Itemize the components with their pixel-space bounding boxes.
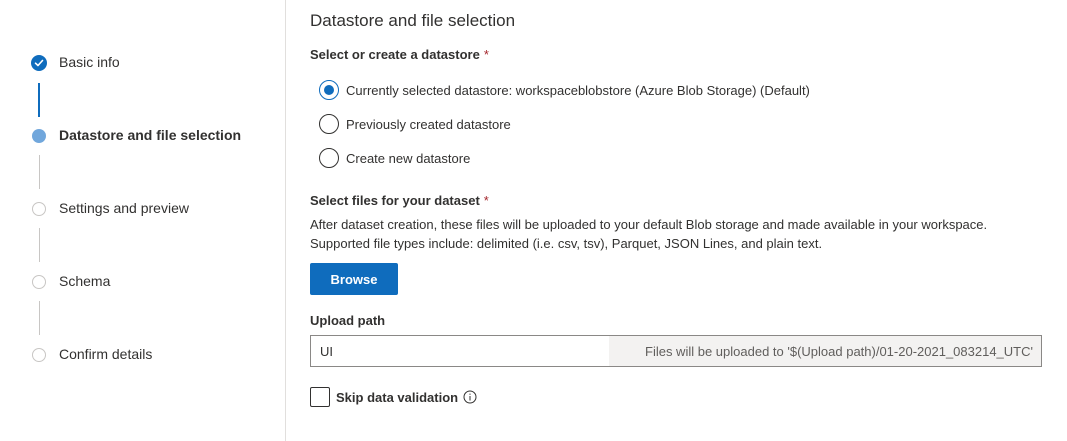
radio-button[interactable] [319,114,339,134]
radio-button[interactable] [319,148,339,168]
required-mark: * [483,193,489,208]
main-panel: Datastore and file selection Select or c… [310,0,1050,441]
step-label: Schema [59,273,111,289]
pending-step-icon [32,202,46,216]
files-help-text: After dataset creation, these files will… [310,217,988,232]
pending-step-icon [32,348,46,362]
info-icon[interactable] [463,390,477,404]
step-label: Confirm details [59,346,153,362]
datastore-label-text: Select or create a datastore [310,47,480,62]
browse-button[interactable]: Browse [310,263,398,295]
wizard-stepper: Basic info Datastore and file selection … [0,0,286,441]
files-label: Select files for your dataset * [310,193,489,208]
radio-current-datastore[interactable]: Currently selected datastore: workspaceb… [319,79,810,101]
step-label: Datastore and file selection [59,127,242,143]
step-label: Basic info [59,54,120,70]
upload-path-suffix: Files will be uploaded to '$(Upload path… [609,336,1041,366]
skip-validation-row: Skip data validation [310,386,477,408]
radio-label: Previously created datastore [346,116,511,132]
radio-label: Create new datastore [346,150,471,166]
checkmark-icon [31,55,47,71]
step-connector [39,301,40,335]
radio-button[interactable] [319,80,339,100]
datastore-label: Select or create a datastore * [310,47,489,62]
page-title: Datastore and file selection [310,11,516,30]
file-types-help-text: Supported file types include: delimited … [310,236,823,251]
files-label-text: Select files for your dataset [310,193,480,208]
upload-path-label: Upload path [310,313,386,328]
current-step-icon [32,129,46,143]
required-mark: * [483,47,489,62]
radio-label: Currently selected datastore: workspaceb… [346,82,810,98]
step-connector [38,83,40,117]
step-connector [39,228,40,262]
step-label: Settings and preview [59,200,189,216]
upload-path-field: Files will be uploaded to '$(Upload path… [310,335,1042,367]
upload-path-input[interactable] [311,336,609,366]
step-connector [39,155,40,189]
skip-validation-checkbox[interactable] [310,387,330,407]
pending-step-icon [32,275,46,289]
create-dataset-wizard: Basic info Datastore and file selection … [0,0,1067,441]
radio-new-datastore[interactable]: Create new datastore [319,147,470,169]
radio-previous-datastore[interactable]: Previously created datastore [319,113,511,135]
skip-validation-label: Skip data validation [336,389,459,405]
